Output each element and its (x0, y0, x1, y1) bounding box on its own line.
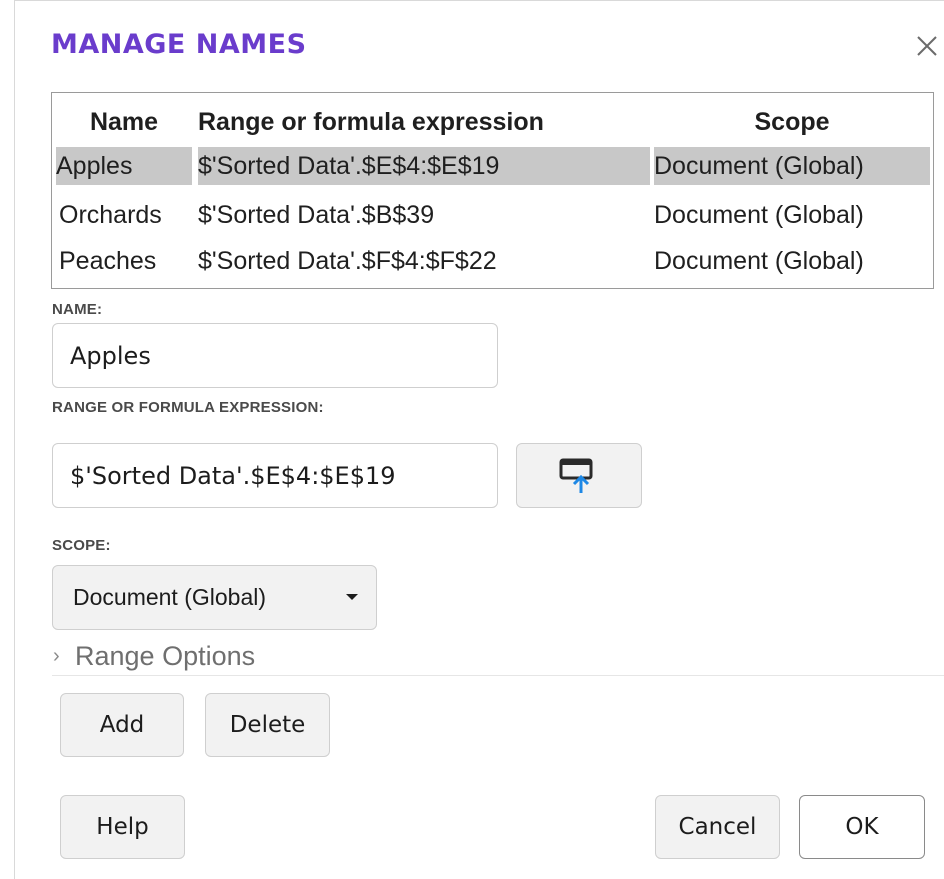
range-input[interactable] (52, 443, 498, 508)
row-name: Peaches (59, 247, 157, 275)
column-header-range[interactable]: Range or formula expression (198, 103, 650, 141)
help-button[interactable]: Help (60, 795, 185, 859)
name-label: NAME: (52, 301, 103, 318)
range-options-label: Range Options (75, 641, 256, 671)
shrink-range-button[interactable] (516, 443, 642, 508)
scope-selected-value: Document (Global) (73, 584, 267, 610)
table-header-row: Name Range or formula expression Scope (52, 103, 933, 141)
row-range: $'Sorted Data'.$E$4:$E$19 (198, 147, 650, 185)
row-scope: Document (Global) (654, 147, 930, 185)
delete-button[interactable]: Delete (205, 693, 330, 757)
row-range: $'Sorted Data'.$B$39 (198, 201, 435, 229)
scope-label: SCOPE: (52, 537, 111, 554)
caret-down-icon (346, 594, 358, 600)
row-scope: Document (Global) (654, 201, 864, 229)
row-range: $'Sorted Data'.$F$4:$F$22 (198, 247, 497, 275)
table-row[interactable]: Orchards $'Sorted Data'.$B$39 Document (… (52, 196, 933, 234)
range-options-expander[interactable]: › Range Options (53, 637, 255, 675)
row-name: Apples (56, 147, 192, 185)
manage-names-dialog: MANAGE NAMES Name Range or formula expre… (14, 0, 944, 879)
divider (52, 675, 944, 676)
ok-button[interactable]: OK (799, 795, 925, 859)
table-row[interactable]: Apples $'Sorted Data'.$E$4:$E$19 Documen… (52, 147, 933, 185)
close-button[interactable] (910, 29, 944, 63)
dialog-title: MANAGE NAMES (51, 29, 307, 60)
name-input[interactable] (52, 323, 498, 388)
chevron-right-icon: › (53, 645, 60, 667)
column-header-scope[interactable]: Scope (654, 103, 930, 141)
range-label: RANGE OR FORMULA EXPRESSION: (52, 399, 324, 416)
scope-dropdown[interactable]: Document (Global) (52, 565, 377, 630)
close-icon (910, 29, 944, 63)
row-name: Orchards (59, 201, 162, 229)
cancel-button[interactable]: Cancel (655, 795, 780, 859)
names-table: Name Range or formula expression Scope A… (51, 92, 934, 289)
column-header-name[interactable]: Name (56, 103, 192, 141)
add-button[interactable]: Add (60, 693, 184, 757)
row-scope: Document (Global) (654, 247, 864, 275)
table-row[interactable]: Peaches $'Sorted Data'.$F$4:$F$22 Docume… (52, 242, 933, 280)
